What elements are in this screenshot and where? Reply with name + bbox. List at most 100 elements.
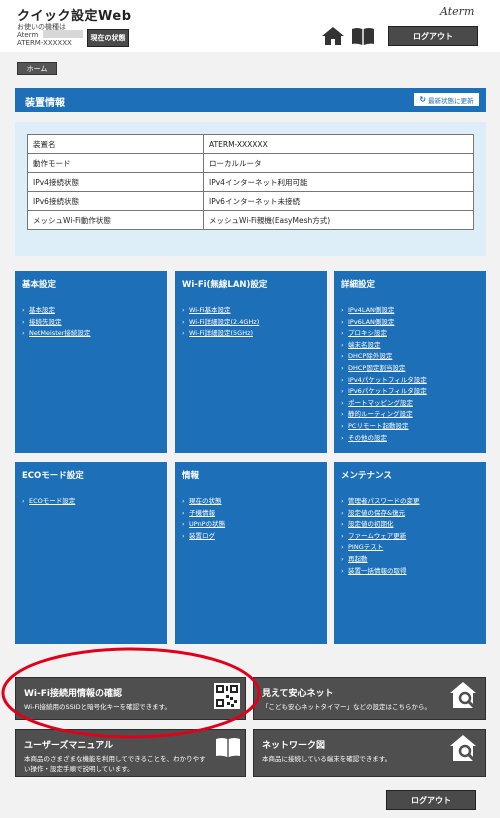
device-name: ATERM-XXXXXX: [17, 39, 72, 47]
current-status-button[interactable]: 現在の状態: [87, 29, 129, 47]
link-bullet-icon: ›: [22, 329, 25, 338]
link-bullet-icon: ›: [341, 543, 344, 552]
house-search-icon: [450, 682, 476, 709]
link-bullet-icon: ›: [341, 566, 344, 575]
row-key: 装置名: [27, 134, 204, 154]
link-bullet-icon: ›: [341, 340, 344, 349]
tile-title: 詳細設定: [341, 280, 376, 290]
link-bullet-icon: ›: [341, 410, 344, 419]
device-info-panel: 装置名 ATERM-XXXXXX 動作モード ローカルルータ IPv4接続状態 IPv…: [15, 122, 486, 256]
tile-link-label: DHCP固定割当設定: [348, 363, 406, 372]
card-title: ネットワーク図: [262, 741, 326, 751]
tile-link[interactable]: › 端末名設定: [341, 340, 427, 352]
tile-link[interactable]: › 接続先設定: [22, 317, 90, 329]
tile-title: 基本設定: [22, 280, 57, 290]
logout-button[interactable]: ログアウト: [388, 26, 478, 46]
house-search-icon: [450, 735, 476, 762]
tile-link[interactable]: › Wi-Fi詳細設定(5GHz): [182, 328, 259, 340]
tile-link[interactable]: › 基本設定: [22, 305, 90, 317]
tile-title: ECOモード設定: [22, 471, 84, 481]
tile-link-label: 接続先設定: [29, 317, 62, 326]
tile-link[interactable]: › IPv4パケットフィルタ設定: [341, 375, 427, 387]
link-bullet-icon: ›: [341, 398, 344, 407]
link-bullet-icon: ›: [341, 329, 344, 338]
safety-net-card[interactable]: 見えて安心ネット 「こども安心ネットタイマー」などの設定はこちらから。: [253, 677, 486, 720]
link-bullet-icon: ›: [182, 531, 185, 540]
tile-link[interactable]: › 装置ログ: [182, 531, 225, 543]
table-row: 装置名 ATERM-XXXXXX: [27, 134, 474, 154]
tile-title: メンテナンス: [341, 471, 392, 481]
tile-link[interactable]: › ポートマッピング設定: [341, 398, 427, 410]
device-info-header: 装置情報 ↻ 最新状態に更新: [15, 88, 486, 112]
tile-link[interactable]: › 静的ルーティング設定: [341, 409, 427, 421]
link-bullet-icon: ›: [341, 497, 344, 505]
row-key: IPv4接続状態: [27, 172, 204, 192]
tile-link[interactable]: › 設定値の初期化: [341, 519, 420, 531]
tile-link[interactable]: › 現在の状態: [182, 496, 225, 508]
tile-link[interactable]: › IPv6パケットフィルタ設定: [341, 386, 427, 398]
link-bullet-icon: ›: [341, 352, 344, 361]
tile-link[interactable]: › PCリモート起動設定: [341, 421, 427, 433]
tile-link-label: 管理者パスワードの変更: [348, 497, 420, 505]
tile-info: 情報 › 現在の状態 › 子機情報 › UPnPの状態 › 装置ログ: [175, 462, 327, 644]
tile-link[interactable]: › NetMeister接続設定: [22, 328, 90, 340]
tile-link-label: IPv6LAN側設定: [348, 317, 395, 326]
tile-link-label: ファームウェア更新: [348, 531, 407, 540]
tile-link-label: PCリモート起動設定: [348, 421, 409, 430]
tile-link[interactable]: › 装置一括情報の取得: [341, 566, 420, 578]
tile-link-label: 子機情報: [189, 508, 215, 517]
tile-link-label: 現在の状態: [189, 497, 222, 505]
tile-link-label: 基本設定: [29, 306, 55, 314]
tile-link[interactable]: › DHCP除外設定: [341, 351, 427, 363]
tile-link[interactable]: › DHCP固定割当設定: [341, 363, 427, 375]
tile-link[interactable]: › PINGテスト: [341, 542, 420, 554]
home-icon[interactable]: [322, 27, 344, 45]
row-key: メッシュWi-Fi動作状態: [27, 210, 204, 230]
link-bullet-icon: ›: [182, 520, 185, 529]
link-bullet-icon: ›: [182, 508, 185, 517]
tile-link[interactable]: › 管理者パスワードの変更: [341, 496, 420, 508]
table-row: 動作モード ローカルルータ: [27, 153, 474, 173]
tile-link-label: Wi-Fi基本設定: [189, 306, 231, 314]
tile-link[interactable]: › 設定値の保存&復元: [341, 508, 420, 520]
tile-advanced-settings: 詳細設定 › IPv4LAN側設定 › IPv6LAN側設定 › プロキシ設定 › 端末名設定…: [334, 271, 486, 453]
tile-link-label: 端末名設定: [348, 340, 381, 349]
tile-link[interactable]: › ファームウェア更新: [341, 531, 420, 543]
card-description: 本商品に接続している端末を確認できます。: [262, 755, 392, 763]
tile-link[interactable]: › Wi-Fi基本設定: [182, 305, 259, 317]
tile-link-label: IPv6パケットフィルタ設定: [348, 387, 427, 396]
tile-link[interactable]: › ECOモード設定: [22, 496, 75, 508]
link-bullet-icon: ›: [22, 317, 25, 326]
tile-link[interactable]: › その他の設定: [341, 433, 427, 445]
tile-link[interactable]: › プロキシ設定: [341, 328, 427, 340]
logout-button-bottom[interactable]: ログアウト: [386, 790, 476, 810]
refresh-button[interactable]: ↻ 最新状態に更新: [413, 92, 480, 107]
tile-link-label: プロキシ設定: [348, 329, 387, 338]
tile-basic-settings: 基本設定 › 基本設定 › 接続先設定 › NetMeister接続設定: [15, 271, 167, 453]
tile-link[interactable]: › IPv4LAN側設定: [341, 305, 427, 317]
tile-link[interactable]: › Wi-Fi詳細設定(2.4GHz): [182, 317, 259, 329]
link-bullet-icon: ›: [22, 306, 25, 314]
link-bullet-icon: ›: [341, 433, 344, 442]
tile-link-label: 装置一括情報の取得: [348, 566, 407, 575]
row-value: ATERM-XXXXXX: [203, 134, 474, 154]
tile-link[interactable]: › IPv6LAN側設定: [341, 317, 427, 329]
card-description: 本商品のさまざまな機能を利用してできることを、わかりやすい操作・設定手順で説明し…: [24, 755, 206, 773]
link-bullet-icon: ›: [182, 306, 185, 314]
tile-link[interactable]: › UPnPの状態: [182, 519, 225, 531]
tile-link[interactable]: › 子機情報: [182, 508, 225, 520]
tile-link-list: › Wi-Fi基本設定 › Wi-Fi詳細設定(2.4GHz) › Wi-Fi詳細設定(5…: [182, 305, 259, 340]
link-bullet-icon: ›: [341, 554, 344, 563]
row-value: IPv6インターネット未接続: [203, 191, 474, 211]
tile-eco-mode: ECOモード設定 › ECOモード設定: [15, 462, 167, 644]
link-bullet-icon: ›: [182, 497, 185, 505]
tile-link-label: その他の設定: [348, 433, 387, 442]
tile-link-list: › 基本設定 › 接続先設定 › NetMeister接続設定: [22, 305, 90, 340]
manual-book-icon[interactable]: [351, 27, 375, 45]
breadcrumb-home[interactable]: ホーム: [17, 62, 57, 75]
network-map-card[interactable]: ネットワーク図 本商品に接続している端末を確認できます。: [253, 729, 486, 777]
tile-maintenance: メンテナンス › 管理者パスワードの変更 › 設定値の保存&復元 › 設定値の初期化 › ファ…: [334, 462, 486, 644]
tile-link[interactable]: › 再起動: [341, 554, 420, 566]
tile-link-label: IPv4パケットフィルタ設定: [348, 375, 427, 384]
device-model: Aterm: [17, 31, 39, 39]
